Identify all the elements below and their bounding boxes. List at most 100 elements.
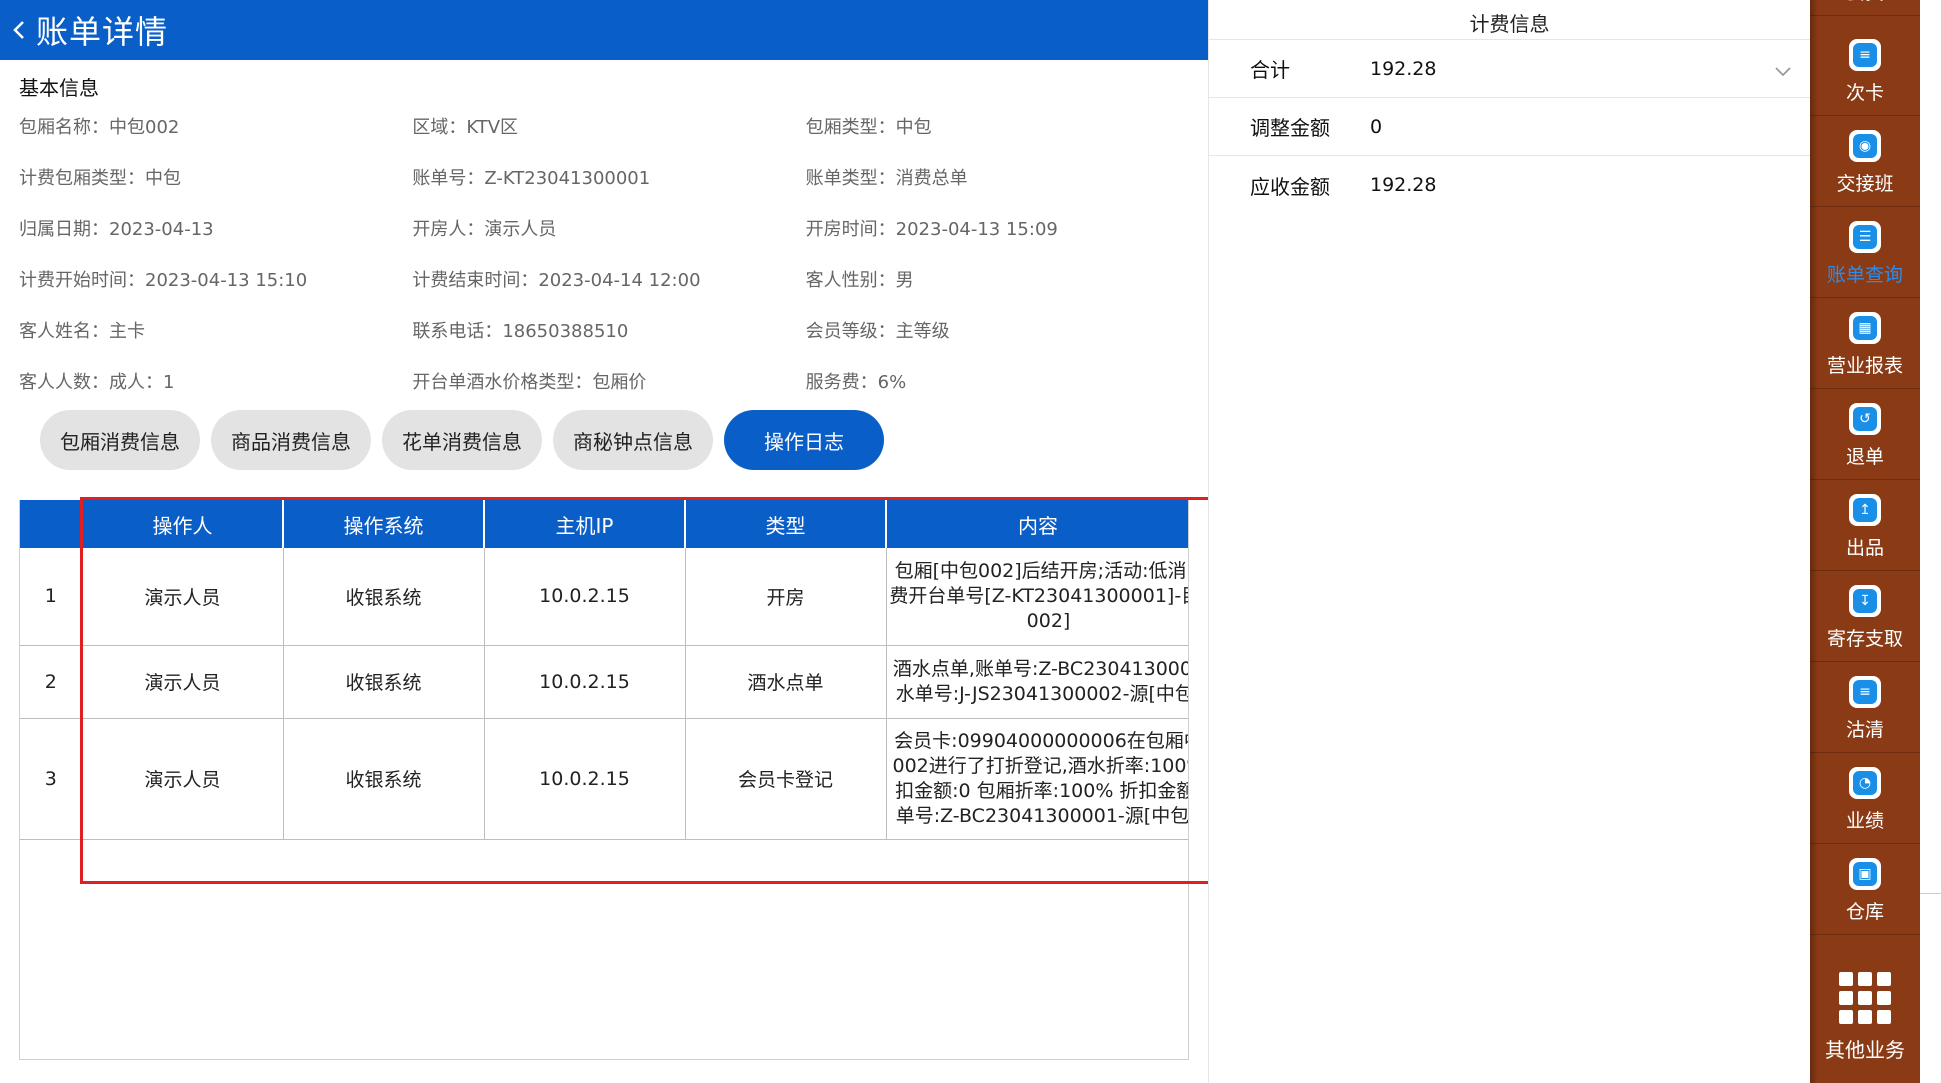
content-line: 单号:Z-BC23041300001-源[中包0: [895, 804, 1189, 827]
row-ip: 10.0.2.15: [484, 718, 686, 840]
row-operator: 演示人员: [82, 718, 284, 840]
receivable-label: 应收金额: [1250, 174, 1330, 199]
sidebar-item-label: 交接班: [1836, 173, 1894, 195]
tab-operation-log[interactable]: 操作日志: [724, 410, 884, 470]
receivable-row: 应收金额 192.28: [1209, 156, 1810, 214]
info-row: 客人人数：成人：1 开台单酒水价格类型：包厢价 服务费：6%: [19, 355, 1199, 406]
col-host-ip: 主机IP: [484, 500, 686, 548]
row-index: 2: [20, 645, 83, 719]
basic-info-title: 基本信息: [19, 76, 99, 100]
tab-room-consumption[interactable]: 包厢消费信息: [40, 410, 200, 470]
performance-icon: ◔: [1849, 767, 1881, 799]
report-icon: ▦: [1849, 312, 1881, 344]
row-type: 酒水点单: [685, 645, 887, 719]
sidebar-item-shift[interactable]: ◉ 交接班: [1810, 116, 1920, 207]
contact-phone: 联系电话：18650388510: [412, 320, 629, 342]
sidebar-item-bill-search[interactable]: ☰ 账单查询: [1810, 207, 1920, 298]
table-row[interactable]: 3 演示人员 收银系统 10.0.2.15 会员卡登记 会员卡:09904000…: [20, 718, 1189, 840]
sidebar-item-performance[interactable]: ◔ 业绩: [1810, 753, 1920, 844]
top-bar: 账单详情: [0, 0, 1208, 60]
sidebar-item-label: 沽清: [1845, 719, 1884, 741]
divider: [1920, 893, 1941, 894]
row-type: 开房: [685, 548, 887, 646]
sidebar-item-deposit[interactable]: ↧ 寄存支取: [1810, 571, 1920, 662]
row-content: 会员卡:09904000000006在包厢中 002进行了打折登记,酒水折率:1…: [886, 718, 1189, 840]
content-line: 002]: [1026, 609, 1071, 632]
room-type: 包厢类型：中包: [805, 116, 932, 138]
bill-detail-panel: 账单详情 基本信息 包厢名称：中包002 区域：KTV区 包厢类型：中包 计费包…: [0, 0, 1242, 1083]
opener: 开房人：演示人员: [412, 218, 557, 240]
adjust-amount-value: 0: [1370, 115, 1383, 138]
drink-price-type: 开台单酒水价格类型：包厢价: [412, 371, 647, 393]
bill-type: 账单类型：消费总单: [805, 167, 968, 189]
billing-start-time: 计费开始时间：2023-04-13 15:10: [19, 269, 308, 291]
more-business-button[interactable]: 其他业务: [1810, 960, 1920, 1083]
refund-icon: ↺: [1849, 403, 1881, 435]
row-index: 1: [20, 548, 83, 646]
info-row: 客人姓名：主卡 联系电话：18650388510 会员等级：主等级: [19, 304, 1199, 355]
info-row: 包厢名称：中包002 区域：KTV区 包厢类型：中包: [19, 100, 1199, 151]
content-line: 酒水点单,账单号:Z-BC2304130000: [892, 657, 1189, 680]
edge-strip: [1920, 0, 1941, 1083]
sidebar-item-times-card[interactable]: ≡ 次卡: [1810, 25, 1920, 116]
col-type: 类型: [685, 500, 887, 548]
guest-name: 客人姓名：主卡: [19, 320, 145, 342]
sidebar-item-label: 营业报表: [1826, 355, 1903, 377]
bill-number: 账单号：Z-KT23041300001: [412, 167, 651, 189]
table-row[interactable]: 2 演示人员 收银系统 10.0.2.15 酒水点单 酒水点单,账单号:Z-BC…: [20, 645, 1189, 719]
sidebar-item-label: 会员: [1846, 0, 1884, 5]
page-title: 账单详情: [36, 13, 169, 51]
sidebar-item-warehouse[interactable]: ▣ 仓库: [1810, 844, 1920, 935]
sidebar-item-member[interactable]: ☺ 会员: [1810, 0, 1920, 16]
function-sidebar: ☺ 会员 ≡ 次卡 ◉ 交接班 ☰ 账单查询 ▦ 营业报表 ↺ 退单 ↥ 出品 …: [1810, 0, 1920, 1083]
content-line: 包厢[中包002]后结开房;活动:低消+: [894, 559, 1189, 582]
total-label: 合计: [1250, 58, 1290, 82]
detail-tabs: 包厢消费信息 商品消费信息 花单消费信息 商秘钟点信息 操作日志: [40, 410, 884, 470]
billing-room-type: 计费包厢类型：中包: [19, 167, 181, 189]
warehouse-icon: ▣: [1849, 858, 1881, 890]
chevron-down-icon[interactable]: [1774, 62, 1792, 81]
row-system: 收银系统: [283, 645, 485, 719]
row-index: 3: [20, 718, 83, 840]
row-type: 会员卡登记: [685, 718, 887, 840]
sidebar-item-label: 账单查询: [1826, 264, 1903, 286]
belong-date: 归属日期：2023-04-13: [19, 218, 214, 240]
sidebar-shadow: [1810, 0, 1818, 1083]
basic-info-grid: 包厢名称：中包002 区域：KTV区 包厢类型：中包 计费包厢类型：中包 账单号…: [19, 100, 1199, 406]
content-line: 002进行了打折登记,酒水折率:100%: [892, 754, 1189, 777]
room-name: 包厢名称：中包002: [19, 116, 180, 138]
sidebar-item-label: 次卡: [1845, 82, 1884, 104]
row-operator: 演示人员: [82, 645, 284, 719]
row-ip: 10.0.2.15: [484, 548, 686, 646]
operation-log-table: 操作人 操作系统 主机IP 类型 内容 1 演示人员 收银系统 10.0.2.1…: [19, 500, 1189, 1060]
row-content: 包厢[中包002]后结开房;活动:低消+ 费开台单号[Z-KT230413000…: [886, 548, 1189, 646]
total-row[interactable]: 合计 192.28: [1209, 40, 1810, 98]
sidebar-item-refund[interactable]: ↺ 退单: [1810, 389, 1920, 480]
sidebar-item-label: 出品: [1845, 537, 1884, 559]
col-operator: 操作人: [82, 500, 284, 548]
more-business-label: 其他业务: [1825, 1038, 1905, 1062]
row-content: 酒水点单,账单号:Z-BC2304130000 水单号:J-JS23041300…: [886, 645, 1189, 719]
sidebar-item-report[interactable]: ▦ 营业报表: [1810, 298, 1920, 389]
service-fee: 服务费：6%: [805, 371, 907, 393]
back-arrow-icon[interactable]: [4, 0, 34, 60]
sidebar-item-label: 寄存支取: [1826, 628, 1903, 650]
total-value: 192.28: [1370, 57, 1437, 80]
shift-icon: ◉: [1849, 130, 1881, 162]
billing-info-panel: 计费信息 合计 192.28 调整金额 0 应收金额 192.28: [1208, 0, 1810, 1083]
tab-flower-consumption[interactable]: 花单消费信息: [382, 410, 542, 470]
sidebar-item-output[interactable]: ↥ 出品: [1810, 480, 1920, 571]
card-icon: ≡: [1849, 39, 1881, 71]
table-row[interactable]: 1 演示人员 收银系统 10.0.2.15 开房 包厢[中包002]后结开房;活…: [20, 548, 1189, 646]
sidebar-item-soldout[interactable]: ≡ 沽清: [1810, 662, 1920, 753]
content-line: 水单号:J-JS23041300002-源[中包(: [895, 682, 1189, 705]
adjust-amount-label: 调整金额: [1250, 116, 1330, 140]
col-index: [20, 500, 83, 548]
sidebar-item-label: 仓库: [1845, 901, 1884, 923]
col-content: 内容: [886, 500, 1188, 548]
row-operator: 演示人员: [82, 548, 284, 646]
tab-goods-consumption[interactable]: 商品消费信息: [211, 410, 371, 470]
receivable-value: 192.28: [1370, 174, 1437, 196]
billing-info-title: 计费信息: [1209, 0, 1810, 40]
tab-secretary-hours[interactable]: 商秘钟点信息: [553, 410, 713, 470]
